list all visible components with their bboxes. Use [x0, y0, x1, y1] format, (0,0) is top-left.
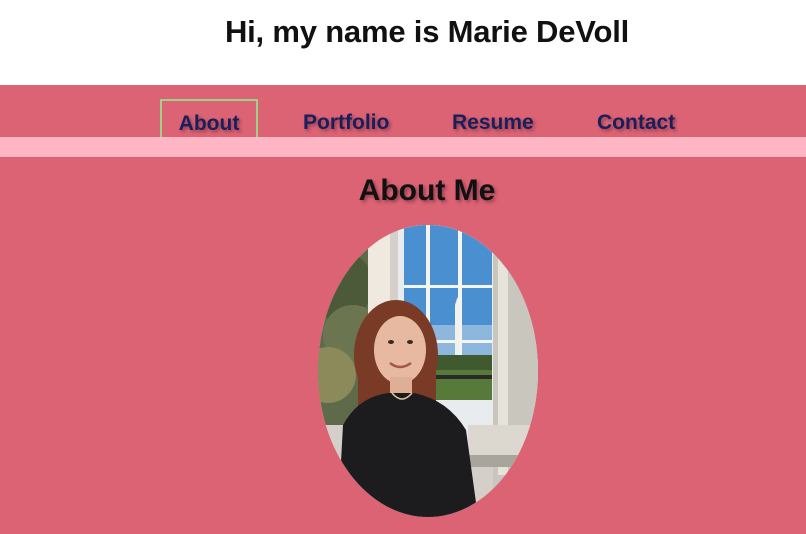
profile-photo-illustration	[318, 225, 538, 517]
about-section: About Me	[0, 157, 806, 534]
main-nav: About Portfolio Resume Contact	[0, 85, 806, 137]
nav-divider-strip	[0, 137, 806, 157]
nav-item-contact[interactable]: Contact	[597, 99, 675, 137]
nav-item-portfolio[interactable]: Portfolio	[303, 99, 389, 137]
section-title: About Me	[358, 174, 496, 207]
page-title: Hi, my name is Marie DeVoll	[224, 14, 630, 49]
profile-photo	[318, 225, 538, 517]
site-header: Hi, my name is Marie DeVoll	[0, 0, 806, 85]
nav-item-resume[interactable]: Resume	[452, 99, 534, 137]
nav-item-about[interactable]: About	[160, 99, 258, 137]
